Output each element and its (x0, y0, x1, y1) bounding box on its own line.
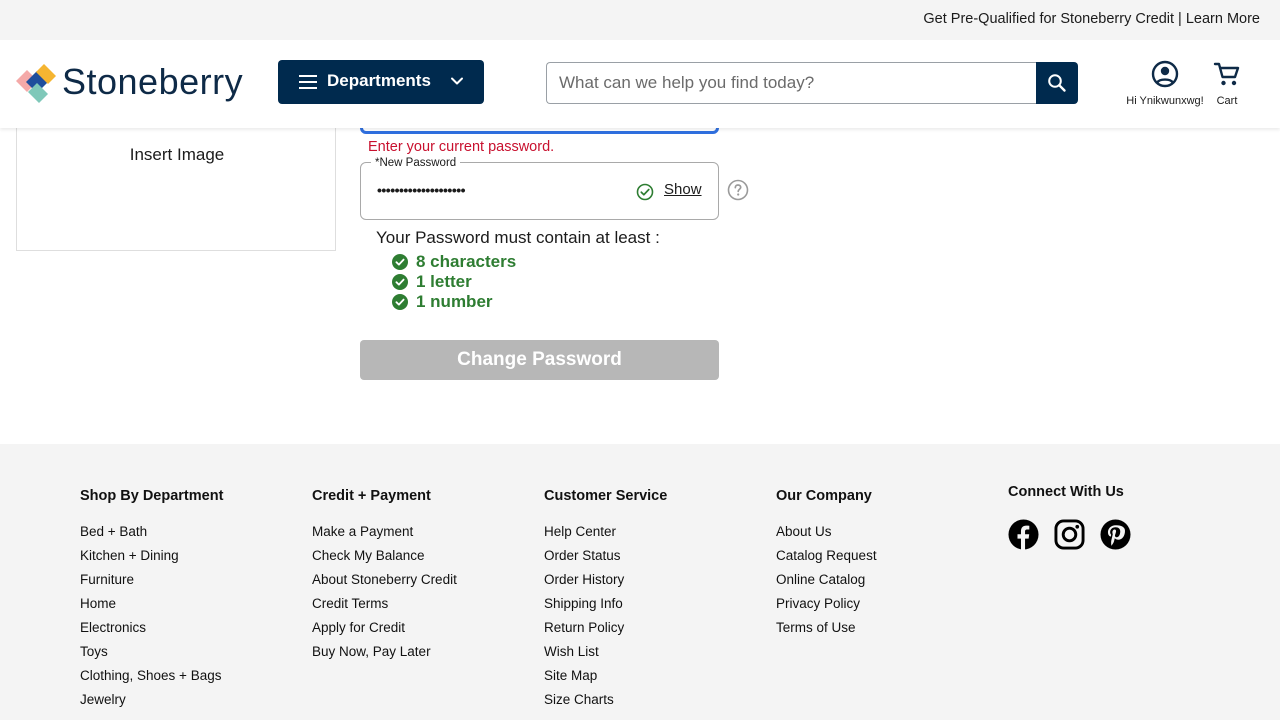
footer-link[interactable]: Buy Now, Pay Later (312, 644, 457, 668)
footer-link[interactable]: Electronics (80, 620, 223, 644)
promo-bar: Get Pre-Qualified for Stoneberry Credit … (0, 0, 1280, 40)
site-footer: Shop By Department Bed + Bath Kitchen + … (0, 444, 1280, 720)
account-greeting: Hi Ynikwunxwg! (1126, 95, 1204, 107)
footer-column-customer-service: Customer Service Help Center Order Statu… (544, 488, 667, 716)
footer-link[interactable]: Kitchen + Dining (80, 548, 223, 572)
check-circle-icon (392, 294, 408, 310)
menu-icon (299, 75, 317, 89)
facebook-icon[interactable] (1008, 519, 1039, 550)
footer-link[interactable]: Clothing, Shoes + Bags (80, 668, 223, 692)
account-menu[interactable]: Hi Ynikwunxwg! (1116, 60, 1214, 112)
new-password-field[interactable]: *New Password •••••••••••••••••••• Show (360, 157, 719, 220)
new-password-input[interactable]: •••••••••••••••••••• (377, 182, 466, 198)
footer-link[interactable]: About Us (776, 524, 877, 548)
footer-column-title: Credit + Payment (312, 488, 431, 504)
footer-link[interactable]: Size Charts (544, 692, 667, 716)
promo-link[interactable]: Get Pre-Qualified for Stoneberry Credit … (923, 11, 1260, 27)
footer-link[interactable]: Apply for Credit (312, 620, 457, 644)
site-header: Stoneberry Departments Hi Ynikwunxwg! Ca… (0, 40, 1280, 128)
check-circle-icon (636, 183, 654, 206)
pinterest-icon[interactable] (1100, 519, 1131, 550)
instagram-icon[interactable] (1054, 519, 1085, 550)
chevron-down-icon (451, 77, 463, 85)
logo-mark-icon (16, 64, 56, 103)
footer-link[interactable]: Wish List (544, 644, 667, 668)
show-password-button[interactable]: Show (664, 181, 702, 198)
cart-icon (1213, 62, 1240, 86)
change-password-button[interactable]: Change Password (360, 340, 719, 380)
requirement-item: 1 number (392, 292, 516, 312)
footer-link[interactable]: Shipping Info (544, 596, 667, 620)
footer-link[interactable]: Catalog Request (776, 548, 877, 572)
check-circle-icon (392, 274, 408, 290)
footer-column-title: Customer Service (544, 488, 668, 504)
social-title: Connect With Us (1008, 484, 1124, 500)
stoneberry-logo[interactable]: Stoneberry (16, 61, 252, 106)
departments-button[interactable]: Departments (278, 60, 484, 104)
footer-link[interactable]: Order History (544, 572, 667, 596)
footer-link[interactable]: Privacy Policy (776, 596, 877, 620)
footer-column-credit: Credit + Payment Make a Payment Check My… (312, 488, 457, 668)
footer-link[interactable]: Check My Balance (312, 548, 457, 572)
footer-link[interactable]: Credit Terms (312, 596, 457, 620)
footer-link[interactable]: Furniture (80, 572, 223, 596)
image-placeholder-label: Insert Image (129, 145, 225, 164)
footer-link[interactable]: Bed + Bath (80, 524, 223, 548)
search-button[interactable] (1036, 62, 1078, 104)
footer-column-company: Our Company About Us Catalog Request Onl… (776, 488, 877, 644)
password-requirements-heading: Your Password must contain at least : (376, 228, 660, 247)
logo-wordmark: Stoneberry (62, 61, 244, 102)
footer-column-departments: Shop By Department Bed + Bath Kitchen + … (80, 488, 223, 716)
social-icons (1008, 519, 1148, 551)
requirement-label: 1 number (416, 292, 493, 311)
help-question-icon[interactable] (727, 179, 749, 206)
footer-link[interactable]: Home (80, 596, 223, 620)
requirement-item: 8 characters (392, 252, 516, 272)
requirement-label: 1 letter (416, 272, 472, 291)
footer-column-title: Our Company (776, 488, 872, 504)
footer-link[interactable]: Toys (80, 644, 223, 668)
footer-link[interactable]: Terms of Use (776, 620, 877, 644)
search-icon (1048, 74, 1066, 92)
footer-link[interactable]: Site Map (544, 668, 667, 692)
search-input[interactable] (546, 62, 1036, 104)
footer-link[interactable]: Make a Payment (312, 524, 457, 548)
footer-link[interactable]: Return Policy (544, 620, 667, 644)
user-circle-icon (1151, 60, 1179, 88)
password-requirements-list: 8 characters 1 letter 1 number (392, 252, 516, 312)
new-password-label: *New Password (371, 157, 461, 169)
footer-link[interactable]: Help Center (544, 524, 667, 548)
check-circle-icon (392, 254, 408, 270)
departments-label: Departments (327, 71, 431, 90)
social-section: Connect With Us (1008, 484, 1131, 550)
image-placeholder: Insert Image (16, 110, 336, 251)
footer-column-title: Shop By Department (80, 488, 224, 504)
cart-button[interactable]: Cart (1210, 60, 1244, 112)
requirement-label: 8 characters (416, 252, 517, 271)
current-password-error: Enter your current password. (368, 139, 555, 155)
cart-label: Cart (1216, 95, 1238, 107)
footer-link[interactable]: Online Catalog (776, 572, 877, 596)
requirement-item: 1 letter (392, 272, 516, 292)
footer-link[interactable]: Jewelry (80, 692, 223, 716)
footer-link[interactable]: About Stoneberry Credit (312, 572, 457, 596)
footer-link[interactable]: Order Status (544, 548, 667, 572)
